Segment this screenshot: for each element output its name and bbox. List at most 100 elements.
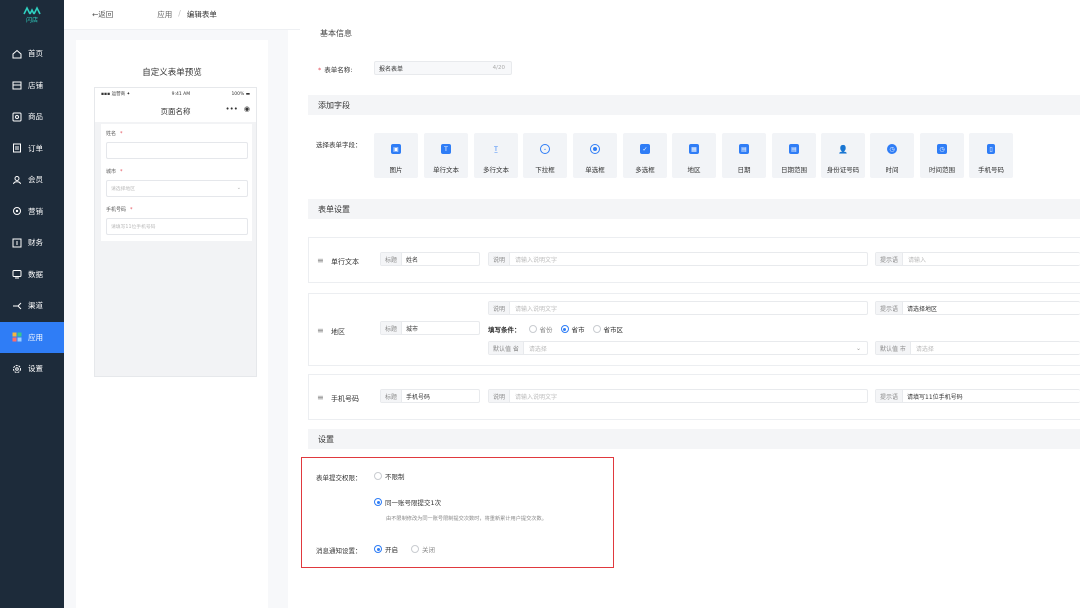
radio-province-city-district[interactable]: 省市区 — [592, 324, 623, 334]
form-name-input[interactable]: 报名表单 4/20 — [374, 61, 512, 75]
description-input[interactable]: 说明 请输入说明文字 — [488, 252, 868, 266]
more-icon[interactable]: ••• — [226, 105, 238, 113]
hint-input[interactable]: 提示语 请填写11位手机号码 — [875, 389, 1080, 403]
breadcrumb-current: 编辑表单 — [186, 10, 217, 19]
svg-text:闪店: 闪店 — [26, 16, 38, 24]
sidebar-item-label: 会员 — [28, 175, 43, 185]
hint-prefix: 提示语 — [876, 253, 904, 265]
default-city-select[interactable]: 默认值 市请选择 — [875, 341, 1080, 355]
date-range-icon: ▤ — [789, 144, 799, 154]
widget-id-card[interactable]: 👤 身份证号码 — [821, 133, 865, 178]
desc-placeholder: 请输入说明文字 — [515, 305, 558, 313]
checkbox-icon: ✓ — [640, 144, 650, 154]
widget-single-text[interactable]: T 单行文本 — [424, 133, 468, 178]
title-value: 城市 — [406, 325, 419, 333]
widget-radio[interactable]: 单选框 — [573, 133, 617, 178]
preview-name-input[interactable] — [106, 142, 248, 159]
drag-handle-icon[interactable]: ≡ — [317, 393, 324, 402]
goods-icon — [12, 112, 22, 122]
default-province-select[interactable]: 默认值 省请选择 ⌄ — [488, 341, 868, 355]
channel-icon — [12, 301, 22, 311]
sidebar-item-data[interactable]: 数据 — [0, 259, 64, 291]
fill-condition-group: 填写条件： 省份 省市 省市区 — [488, 324, 623, 334]
highlight-frame — [301, 457, 614, 568]
phone-status-bar: ▪▪▪ 运营商 ✦ 9:41 AM 100% ▬ — [95, 88, 256, 100]
marketing-icon — [12, 206, 22, 216]
preview-city-select[interactable]: 请选择地区 ⌄ — [106, 180, 248, 197]
widget-time-range[interactable]: ◷ 时间范围 — [920, 133, 964, 178]
sidebar-item-label: 渠道 — [28, 301, 43, 311]
date-icon: ▤ — [739, 144, 749, 154]
breadcrumb-separator: / — [178, 9, 181, 18]
sidebar-item-apps[interactable]: 应用 — [0, 321, 64, 353]
widget-multi-text[interactable]: T̲ 多行文本 — [474, 133, 518, 178]
status-battery: 100% ▬ — [231, 91, 250, 97]
sidebar-item-member[interactable]: 会员 — [0, 164, 64, 196]
sidebar-item-goods[interactable]: 商品 — [0, 101, 64, 133]
hint-input[interactable]: 提示语 请选择地区 — [875, 301, 1080, 315]
widget-time[interactable]: ◷ 时间 — [870, 133, 914, 178]
sidebar-item-home[interactable]: 首页 — [0, 38, 64, 70]
sidebar: 闪店 首页 店铺 商品 订单 会员 营销 财务 数据 渠道 应用 设置 — [0, 0, 64, 608]
hint-prefix: 提示语 — [876, 390, 904, 402]
sidebar-item-store[interactable]: 店铺 — [0, 70, 64, 102]
widget-region[interactable]: ▦ 地区 — [672, 133, 716, 178]
field-card-name: 地区 — [331, 328, 345, 336]
time-range-icon: ◷ — [937, 144, 947, 154]
logo-icon: 闪店 — [23, 6, 41, 24]
phone-icon: ▯ — [987, 144, 995, 154]
widget-date[interactable]: ▤ 日期 — [722, 133, 766, 178]
title-input[interactable]: 标题 姓名 — [380, 252, 480, 266]
widget-checkbox[interactable]: ✓ 多选框 — [623, 133, 667, 178]
title-input[interactable]: 标题 手机号码 — [380, 389, 480, 403]
chevron-down-icon: ⌄ — [855, 344, 861, 352]
drag-handle-icon[interactable]: ≡ — [317, 326, 324, 335]
title-input[interactable]: 标题 城市 — [380, 321, 480, 335]
section-settings: 设置 — [308, 429, 1080, 449]
image-icon: ▣ — [391, 144, 401, 154]
breadcrumb: 应用 / 编辑表单 — [157, 9, 217, 20]
sidebar-item-finance[interactable]: 财务 — [0, 227, 64, 259]
logo[interactable]: 闪店 — [0, 0, 64, 30]
data-icon — [12, 269, 22, 279]
hint-value: 请填写11位手机号码 — [907, 393, 963, 401]
hint-prefix: 提示语 — [876, 302, 904, 314]
status-carrier: ▪▪▪ 运营商 ✦ — [101, 92, 131, 97]
hint-input[interactable]: 提示语 请输入 — [875, 252, 1080, 266]
sidebar-item-settings[interactable]: 设置 — [0, 353, 64, 385]
chevron-down-icon: ⌄ — [236, 185, 241, 191]
back-button[interactable]: ←返回 — [92, 9, 113, 20]
widget-phone[interactable]: ▯ 手机号码 — [969, 133, 1013, 178]
fill-condition-label: 填写条件： — [488, 326, 521, 334]
description-input[interactable]: 说明 请输入说明文字 — [488, 301, 868, 315]
phone-preview: ▪▪▪ 运营商 ✦ 9:41 AM 100% ▬ 页面名称 ••• ◉ 姓名 * … — [94, 87, 257, 377]
title-prefix: 标题 — [381, 253, 403, 265]
preview-phone-input[interactable]: 请填写11位手机号码 — [106, 218, 248, 235]
sidebar-item-order[interactable]: 订单 — [0, 133, 64, 165]
field-card-name: 手机号码 — [331, 395, 359, 403]
phone-page-title: 页面名称 — [160, 106, 191, 116]
radio-province[interactable]: 省份 — [528, 324, 553, 334]
widget-date-range[interactable]: ▤ 日期范围 — [772, 133, 816, 178]
sidebar-item-channel[interactable]: 渠道 — [0, 290, 64, 322]
sidebar-item-marketing[interactable]: 营销 — [0, 196, 64, 228]
desc-prefix: 说明 — [489, 302, 511, 314]
description-input[interactable]: 说明 请输入说明文字 — [488, 389, 868, 403]
choose-field-label: 选择表单字段： — [316, 141, 362, 149]
title-prefix: 标题 — [381, 390, 403, 402]
title-prefix: 标题 — [381, 322, 403, 334]
breadcrumb-apps[interactable]: 应用 — [157, 9, 172, 20]
sidebar-item-label: 首页 — [28, 49, 43, 59]
radio-province-city[interactable]: 省市 — [560, 324, 585, 334]
section-form-settings: 表单设置 — [308, 199, 1080, 219]
home-icon — [12, 49, 22, 59]
target-icon[interactable]: ◉ — [244, 105, 250, 113]
section-title: 表单设置 — [318, 204, 350, 214]
field-card-name: 单行文本 — [331, 258, 359, 266]
desc-placeholder: 请输入说明文字 — [515, 393, 558, 401]
apps-icon — [12, 332, 22, 342]
sidebar-item-label: 订单 — [28, 143, 43, 153]
widget-image[interactable]: ▣ 图片 — [374, 133, 418, 178]
widget-dropdown[interactable]: ⌄ 下拉框 — [523, 133, 567, 178]
drag-handle-icon[interactable]: ≡ — [317, 256, 324, 265]
